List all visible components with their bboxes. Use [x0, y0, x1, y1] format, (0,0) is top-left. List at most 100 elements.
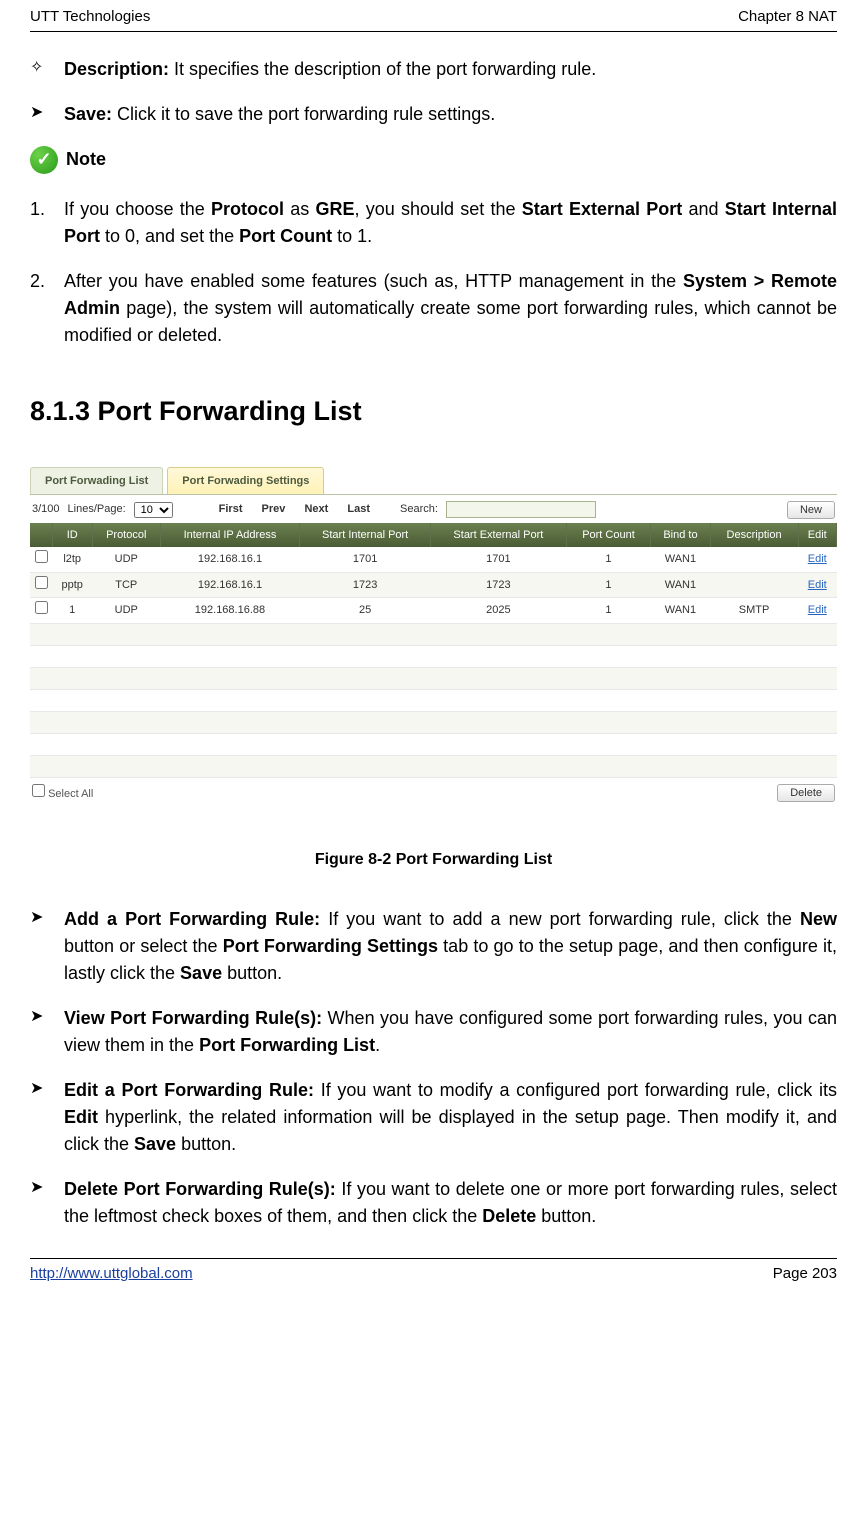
row-counter: 3/100 — [32, 501, 60, 518]
col-edit: Edit — [798, 523, 836, 548]
bullet-item: ➤View Port Forwarding Rule(s): When you … — [30, 1005, 837, 1059]
bullet-item: ➤Add a Port Forwarding Rule: If you want… — [30, 906, 837, 987]
cell-port-count: 1 — [566, 572, 651, 598]
cell-start-internal: 25 — [300, 598, 431, 624]
bullet-item: ➤Edit a Port Forwarding Rule: If you wan… — [30, 1077, 837, 1158]
cell-start-external: 1701 — [431, 547, 567, 572]
edit-link[interactable]: Edit — [808, 604, 827, 616]
table-row-empty — [30, 733, 837, 755]
col-checkbox — [30, 523, 52, 548]
triangle-bullet-icon: ➤ — [30, 906, 64, 987]
cell-port-count: 1 — [566, 547, 651, 572]
bullet-label: Save: — [64, 104, 112, 124]
footer-page: Page 203 — [773, 1263, 837, 1286]
first-link[interactable]: First — [219, 503, 243, 515]
bullet-item: ➤Delete Port Forwarding Rule(s): If you … — [30, 1176, 837, 1230]
bullet-description: ✧ Description: It specifies the descript… — [30, 56, 837, 83]
cell-bind: WAN1 — [651, 547, 710, 572]
numbered-item-2: 2. After you have enabled some features … — [30, 268, 837, 349]
last-link[interactable]: Last — [347, 503, 370, 515]
col-start-external: Start External Port — [431, 523, 567, 548]
triangle-bullet-icon: ➤ — [30, 1005, 64, 1059]
cell-ip: 192.168.16.1 — [160, 572, 300, 598]
select-all-label: Select All — [48, 788, 93, 800]
bullet-save: ➤ Save: Click it to save the port forwar… — [30, 101, 837, 128]
cell-start-external: 1723 — [431, 572, 567, 598]
bullet-text: Description: It specifies the descriptio… — [64, 56, 837, 83]
cell-protocol: UDP — [92, 598, 160, 624]
cell-start-external: 2025 — [431, 598, 567, 624]
bullet-text: Delete Port Forwarding Rule(s): If you w… — [64, 1176, 837, 1230]
new-button[interactable]: New — [787, 501, 835, 519]
bullet-label: Delete Port Forwarding Rule(s): — [64, 1179, 336, 1199]
port-forwarding-table: ID Protocol Internal IP Address Start In… — [30, 523, 837, 778]
row-checkbox[interactable] — [35, 550, 48, 563]
header-left: UTT Technologies — [30, 6, 150, 29]
row-checkbox[interactable] — [35, 601, 48, 614]
edit-link[interactable]: Edit — [808, 579, 827, 591]
table-row-empty — [30, 667, 837, 689]
triangle-bullet-icon: ➤ — [30, 1077, 64, 1158]
edit-link[interactable]: Edit — [808, 553, 827, 565]
col-port-count: Port Count — [566, 523, 651, 548]
check-circle-icon: ✓ — [30, 146, 58, 174]
lines-per-page-label: Lines/Page: — [68, 501, 126, 518]
port-forwarding-list-panel: Port Forwading List Port Forwading Setti… — [30, 467, 837, 808]
figure-caption: Figure 8-2 Port Forwarding List — [30, 848, 837, 872]
delete-button[interactable]: Delete — [777, 784, 835, 802]
running-header: UTT Technologies Chapter 8 NAT — [30, 0, 837, 32]
col-internal-ip: Internal IP Address — [160, 523, 300, 548]
tab-settings[interactable]: Port Forwading Settings — [167, 467, 324, 494]
note-callout: ✓ Note — [30, 146, 837, 174]
bullet-label: Add a Port Forwarding Rule: — [64, 909, 320, 929]
col-protocol: Protocol — [92, 523, 160, 548]
table-toolbar: 3/100 Lines/Page: 10 First Prev Next Las… — [30, 495, 837, 523]
bullet-text: Edit a Port Forwarding Rule: If you want… — [64, 1077, 837, 1158]
tab-list[interactable]: Port Forwading List — [30, 467, 163, 494]
bullet-text: Add a Port Forwarding Rule: If you want … — [64, 906, 837, 987]
triangle-bullet-icon: ➤ — [30, 1176, 64, 1230]
section-heading: 8.1.3 Port Forwarding List — [30, 391, 837, 432]
lines-per-page-select[interactable]: 10 — [134, 502, 173, 518]
bullet-text: View Port Forwarding Rule(s): When you h… — [64, 1005, 837, 1059]
list-number: 1. — [30, 196, 64, 250]
table-row-empty — [30, 711, 837, 733]
search-label: Search: — [400, 501, 438, 518]
row-checkbox[interactable] — [35, 576, 48, 589]
numbered-item-1: 1. If you choose the Protocol as GRE, yo… — [30, 196, 837, 250]
list-text: After you have enabled some features (su… — [64, 268, 837, 349]
bullet-text: Save: Click it to save the port forwardi… — [64, 101, 837, 128]
select-all[interactable]: Select All — [32, 784, 93, 803]
cell-start-internal: 1723 — [300, 572, 431, 598]
cell-desc — [710, 572, 798, 598]
cell-bind: WAN1 — [651, 598, 710, 624]
cell-ip: 192.168.16.1 — [160, 547, 300, 572]
table-row: l2tpUDP192.168.16.1170117011WAN1Edit — [30, 547, 837, 572]
table-header: ID Protocol Internal IP Address Start In… — [30, 523, 837, 548]
col-start-internal: Start Internal Port — [300, 523, 431, 548]
cell-protocol: UDP — [92, 547, 160, 572]
cell-id: 1 — [52, 598, 92, 624]
table-row-empty — [30, 645, 837, 667]
cell-ip: 192.168.16.88 — [160, 598, 300, 624]
col-id: ID — [52, 523, 92, 548]
prev-link[interactable]: Prev — [262, 503, 286, 515]
footer-url: http://www.uttglobal.com — [30, 1263, 193, 1286]
select-all-checkbox[interactable] — [32, 784, 45, 797]
diamond-bullet-icon: ✧ — [30, 56, 64, 83]
cell-port-count: 1 — [566, 598, 651, 624]
header-right: Chapter 8 NAT — [738, 6, 837, 29]
next-link[interactable]: Next — [304, 503, 328, 515]
search-input[interactable] — [446, 501, 596, 518]
col-description: Description — [710, 523, 798, 548]
cell-start-internal: 1701 — [300, 547, 431, 572]
table-body: l2tpUDP192.168.16.1170117011WAN1Editpptp… — [30, 547, 837, 777]
cell-desc: SMTP — [710, 598, 798, 624]
list-text: If you choose the Protocol as GRE, you s… — [64, 196, 837, 250]
cell-id: l2tp — [52, 547, 92, 572]
list-number: 2. — [30, 268, 64, 349]
cell-protocol: TCP — [92, 572, 160, 598]
note-label: Note — [66, 146, 106, 173]
bullet-label: Description: — [64, 59, 169, 79]
cell-id: pptp — [52, 572, 92, 598]
